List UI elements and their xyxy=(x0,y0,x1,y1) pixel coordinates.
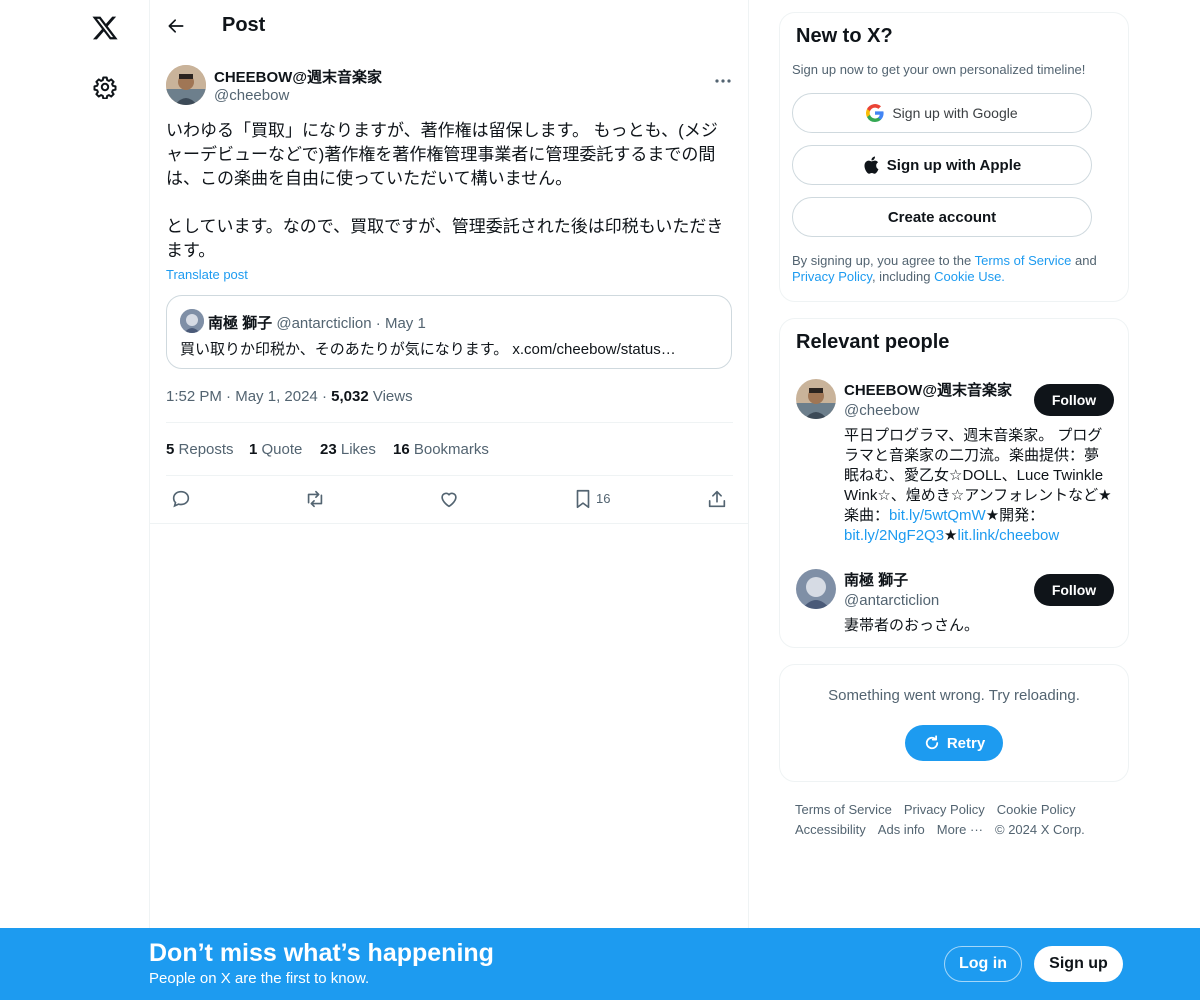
author-avatar[interactable] xyxy=(166,65,206,105)
bookmark-count: 16 xyxy=(596,491,611,506)
share-icon xyxy=(708,490,726,508)
quoted-author-handle: @antarcticlion xyxy=(276,315,372,332)
post-author: CHEEBOW@週末音楽家 @cheebow xyxy=(166,65,733,109)
refresh-icon xyxy=(925,735,938,750)
footer-link-privacy[interactable]: Privacy Policy xyxy=(904,802,985,817)
footer-link-cookie[interactable]: Cookie Policy xyxy=(997,802,1076,817)
likes-stat[interactable]: 23 Likes xyxy=(320,441,376,458)
person-handle[interactable]: @antarcticlion xyxy=(844,592,939,609)
apple-icon xyxy=(864,156,879,174)
terms-link[interactable]: Terms of Service xyxy=(975,253,1072,268)
left-nav xyxy=(0,0,150,1000)
bio-link[interactable]: lit.link/cheebow xyxy=(958,527,1060,544)
footer-link-ads-info[interactable]: Ads info xyxy=(878,822,925,837)
bio-link[interactable]: bit.ly/2NgF2Q3 xyxy=(844,527,944,544)
quoted-author-name: 南極 獅子 xyxy=(208,315,273,332)
page-title: Post xyxy=(222,14,266,36)
post-timestamp: 1:52 PM · May 1, 2024 · 5,032 Views xyxy=(166,388,413,405)
signup-legal-text: By signing up, you agree to the Terms of… xyxy=(792,253,1097,284)
x-logo-icon[interactable] xyxy=(91,14,119,42)
more-options-icon[interactable] xyxy=(713,71,733,91)
share-button[interactable] xyxy=(706,488,728,510)
cookie-use-link[interactable]: Cookie Use. xyxy=(934,269,1005,284)
create-account-label: Create account xyxy=(887,208,997,226)
views-count: 5,032 xyxy=(331,388,369,405)
author-name[interactable]: CHEEBOW@週末音楽家 xyxy=(214,66,382,87)
quoted-post[interactable]: 南極 獅子 @antarcticlion · May 1 買い取りか印税か、その… xyxy=(166,295,732,369)
reply-icon xyxy=(172,490,190,508)
retry-button[interactable]: Retry xyxy=(905,725,1003,761)
post-time[interactable]: 1:52 PM xyxy=(166,388,222,405)
trends-error-card: Something went wrong. Try reloading. Ret… xyxy=(779,664,1129,782)
reposts-stat[interactable]: 5 Reposts xyxy=(166,441,234,458)
repost-button[interactable] xyxy=(304,488,326,510)
signup-card: New to X? Sign up now to get your own pe… xyxy=(779,12,1129,302)
footer-link-more[interactable]: More ··· xyxy=(937,822,983,837)
privacy-link[interactable]: Privacy Policy xyxy=(792,269,872,284)
signup-google-button[interactable]: Sign up with Google xyxy=(792,93,1092,133)
person-handle[interactable]: @cheebow xyxy=(844,402,919,419)
follow-button[interactable]: Follow xyxy=(1034,574,1114,606)
google-icon xyxy=(866,104,884,122)
signup-card-subtitle: Sign up now to get your own personalized… xyxy=(792,62,1086,77)
avatar[interactable] xyxy=(796,379,836,419)
post-text: いわゆる「買取」になりますが、著作権は留保します。 もっとも、(メジャーデビュー… xyxy=(166,121,724,260)
footer-links: Terms of Service Privacy Policy Cookie Pol… xyxy=(795,800,1125,840)
footer-link-terms[interactable]: Terms of Service xyxy=(795,802,892,817)
divider xyxy=(150,523,749,524)
page-header: Post xyxy=(150,0,749,53)
copyright: © 2024 X Corp. xyxy=(995,822,1085,837)
reply-button[interactable] xyxy=(170,488,192,510)
dot-separator: · xyxy=(321,388,332,405)
create-account-button[interactable]: Create account xyxy=(792,197,1092,237)
settings-gear-icon[interactable] xyxy=(93,75,117,99)
post-stats: 5 Reposts 1 Quote 23 Likes 16 Bookmarks xyxy=(166,422,733,476)
post-date[interactable]: May 1, 2024 xyxy=(235,388,318,405)
quotes-stat[interactable]: 1 Quote xyxy=(249,441,302,458)
avatar[interactable] xyxy=(796,569,836,609)
person-bio: 妻帯者のおっさん。 xyxy=(844,617,980,634)
quoted-meta: 南極 獅子 @antarcticlion · May 1 xyxy=(208,312,426,333)
signup-google-label: Sign up with Google xyxy=(892,105,1018,121)
post-actions: 16 xyxy=(166,476,733,523)
retry-label: Retry xyxy=(946,734,986,752)
repost-icon xyxy=(307,490,323,508)
signup-apple-label: Sign up with Apple xyxy=(886,156,1022,174)
bio-link[interactable]: bit.ly/5wtQmW xyxy=(889,507,986,524)
relevant-people-card: Relevant people CHEEBOW@週末音楽家 @cheebow F… xyxy=(779,318,1129,648)
bookmarks-stat[interactable]: 16 Bookmarks xyxy=(393,441,489,458)
person-bio: 平日プログラマ、週末音楽家。 プログラマと音楽家の二刀流。楽曲提供：夢眠ねむ、愛… xyxy=(844,427,1112,544)
back-arrow-icon[interactable] xyxy=(166,16,186,36)
signup-card-title: New to X? xyxy=(796,25,893,47)
translate-post-link[interactable]: Translate post xyxy=(166,267,248,282)
views-label: Views xyxy=(372,388,413,405)
signup-banner: Don’t miss what’s happening People on X … xyxy=(0,928,1200,1000)
person-name[interactable]: 南極 獅子 xyxy=(844,569,908,590)
follow-button[interactable]: Follow xyxy=(1034,384,1114,416)
person-name[interactable]: CHEEBOW@週末音楽家 xyxy=(844,379,1012,400)
signup-button[interactable]: Sign up xyxy=(1034,946,1123,982)
main-column: Post CHEEBOW@週末音楽家 @cheebow いわゆる「買取」になりま… xyxy=(150,0,749,1000)
login-button[interactable]: Log in xyxy=(944,946,1022,982)
like-button[interactable] xyxy=(438,488,460,510)
quoted-date: May 1 xyxy=(384,315,426,332)
heart-icon xyxy=(441,492,457,508)
footer-link-accessibility[interactable]: Accessibility xyxy=(795,822,866,837)
quoted-dot-separator: · xyxy=(375,315,385,332)
bookmark-button[interactable]: 16 xyxy=(572,488,622,510)
bookmark-icon xyxy=(576,489,590,509)
relevant-people-title: Relevant people xyxy=(796,331,950,353)
quoted-text: 買い取りか印税か、そのあたりが気になります。 x.com/cheebow/sta… xyxy=(180,341,676,358)
author-handle[interactable]: @cheebow xyxy=(214,87,289,104)
quoted-author-avatar xyxy=(180,309,204,333)
dot-separator: · xyxy=(226,388,236,405)
signup-apple-button[interactable]: Sign up with Apple xyxy=(792,145,1092,185)
error-message: Something went wrong. Try reloading. xyxy=(828,687,1080,704)
banner-title: Don’t miss what’s happening xyxy=(149,939,494,967)
banner-subtitle: People on X are the first to know. xyxy=(149,970,370,987)
